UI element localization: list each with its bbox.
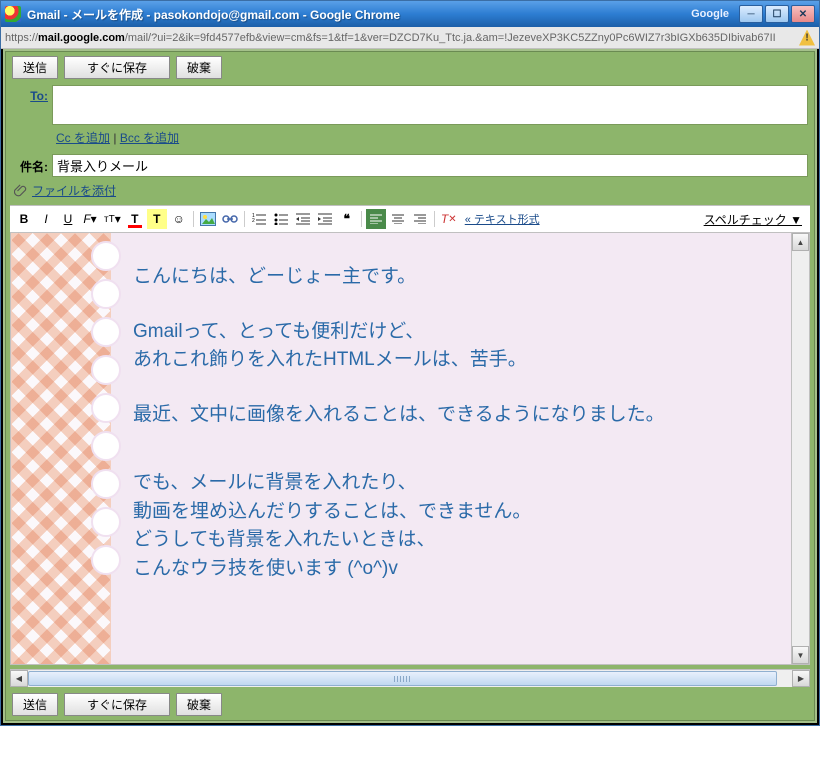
outdent-button[interactable]	[293, 209, 313, 229]
maximize-button[interactable]: ☐	[765, 5, 789, 23]
bold-button[interactable]: B	[14, 209, 34, 229]
scroll-down-icon[interactable]: ▼	[792, 646, 809, 664]
url-bar[interactable]: https://mail.google.com/mail/?ui=2&ik=9f…	[1, 27, 819, 49]
discard-button[interactable]: 破棄	[176, 56, 222, 79]
send-button[interactable]: 送信	[12, 56, 58, 79]
subject-input[interactable]	[52, 154, 808, 177]
attach-file-link[interactable]: ファイルを添付	[32, 182, 116, 199]
cc-bcc-row: Cc を追加 | Bcc を追加	[6, 127, 814, 152]
insert-image-button[interactable]	[198, 209, 218, 229]
editor-wrap: こんにちは、どーじょー主です。 Gmailって、とっても便利だけど、あれこれ飾り…	[10, 233, 810, 665]
titlebar: Gmail - メールを作成 - pasokondojo@gmail.com -…	[1, 1, 819, 27]
spellcheck-button[interactable]: スペルチェック ▼	[704, 211, 806, 228]
bottom-button-row: 送信 すぐに保存 破棄	[6, 689, 814, 720]
url-text: https://mail.google.com/mail/?ui=2&ik=9f…	[5, 32, 799, 44]
vertical-scrollbar[interactable]: ▲ ▼	[791, 233, 809, 664]
save-now-button[interactable]: すぐに保存	[64, 56, 170, 79]
subject-label: 件名:	[12, 154, 52, 175]
titlebar-search[interactable]: Google	[691, 8, 729, 20]
browser-window: Gmail - メールを作成 - pasokondojo@gmail.com -…	[0, 0, 820, 726]
window-title: Gmail - メールを作成 - pasokondojo@gmail.com -…	[27, 6, 691, 23]
add-cc-link[interactable]: Cc を追加	[56, 131, 110, 145]
numbered-list-button[interactable]: 12	[249, 209, 269, 229]
text-color-button[interactable]: T	[125, 209, 145, 229]
underline-button[interactable]: U	[58, 209, 78, 229]
scroll-up-icon[interactable]: ▲	[792, 233, 809, 251]
italic-button[interactable]: I	[36, 209, 56, 229]
scroll-left-icon[interactable]: ◀	[10, 670, 28, 687]
top-button-row: 送信 すぐに保存 破棄	[6, 52, 814, 83]
scroll-right-icon[interactable]: ▶	[792, 670, 810, 687]
subject-row: 件名:	[6, 152, 814, 179]
bullet-list-button[interactable]	[271, 209, 291, 229]
to-input[interactable]	[52, 85, 808, 125]
remove-format-button[interactable]: T✕	[439, 209, 459, 229]
svg-text:2: 2	[252, 218, 255, 224]
quote-button[interactable]: ❝	[337, 209, 357, 229]
indent-button[interactable]	[315, 209, 335, 229]
align-right-button[interactable]	[410, 209, 430, 229]
close-button[interactable]: ✕	[791, 5, 815, 23]
horizontal-scrollbar[interactable]: ◀ ▶	[10, 669, 810, 687]
message-body[interactable]: こんにちは、どーじょー主です。 Gmailって、とっても便利だけど、あれこれ飾り…	[11, 233, 791, 664]
align-center-button[interactable]	[388, 209, 408, 229]
save-now-button-bottom[interactable]: すぐに保存	[64, 693, 170, 716]
to-row: To:	[6, 83, 814, 127]
discard-button-bottom[interactable]: 破棄	[176, 693, 222, 716]
add-bcc-link[interactable]: Bcc を追加	[120, 131, 179, 145]
mail-text: こんにちは、どーじょー主です。 Gmailって、とっても便利だけど、あれこれ飾り…	[133, 233, 791, 619]
plain-text-link[interactable]: « テキスト形式	[461, 211, 544, 227]
hscroll-thumb[interactable]	[28, 671, 777, 686]
emoji-button[interactable]: ☺	[169, 209, 189, 229]
paperclip-icon	[14, 184, 28, 198]
insert-link-button[interactable]	[220, 209, 240, 229]
chrome-favicon	[5, 6, 21, 22]
compose-frame: 送信 すぐに保存 破棄 To: Cc を追加 | Bcc を追加 件名: ファイ…	[1, 49, 819, 725]
align-left-button[interactable]	[366, 209, 386, 229]
format-toolbar: B I U F▾ тT▾ T T ☺ 12	[10, 205, 810, 233]
warning-icon	[799, 30, 815, 46]
to-label[interactable]: To:	[30, 89, 48, 103]
highlight-button[interactable]: T	[147, 209, 167, 229]
vscroll-track[interactable]	[792, 251, 809, 646]
hscroll-track[interactable]	[28, 670, 792, 687]
attach-row: ファイルを添付	[6, 179, 814, 205]
minimize-button[interactable]: ─	[739, 5, 763, 23]
font-family-button[interactable]: F▾	[80, 209, 100, 229]
send-button-bottom[interactable]: 送信	[12, 693, 58, 716]
lace-border	[91, 233, 131, 664]
font-size-button[interactable]: тT▾	[102, 209, 123, 229]
